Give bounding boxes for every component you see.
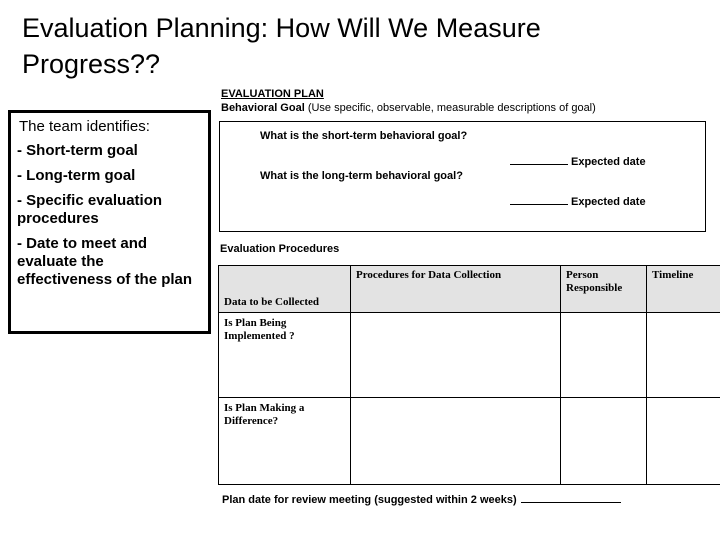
list-item: - Long-term goal (17, 167, 136, 184)
cell-data-to-be-collected: Is Plan Making a Difference? (218, 397, 351, 485)
cell-person-responsible[interactable] (560, 312, 647, 398)
team-identifies-panel: The team identifies: - Short-term goal -… (8, 110, 211, 334)
expected-date-label: Expected date (571, 196, 646, 208)
blank-line-icon[interactable] (520, 493, 621, 503)
column-header-data-to-be-collected: Data to be Collected (218, 265, 351, 313)
table-header-row: Data to be Collected Procedures for Data… (218, 265, 720, 313)
expected-date-field-short-term[interactable]: Expected date (510, 155, 646, 168)
cell-procedures-for-data-collection[interactable] (350, 397, 561, 485)
plan-date-label: Plan date for review meeting (suggested … (222, 494, 517, 506)
cell-timeline[interactable] (646, 397, 720, 485)
page-title: Evaluation Planning: How Will We Measure… (22, 13, 549, 79)
table-header: Data to be Collected Procedures for Data… (218, 265, 720, 313)
cell-data-to-be-collected: Is Plan Being Implemented ? (218, 312, 351, 398)
evaluation-procedures-table: Data to be Collected Procedures for Data… (218, 265, 720, 485)
blank-line-icon[interactable] (510, 155, 568, 165)
column-header-procedures-for-data-collection: Procedures for Data Collection (350, 265, 561, 313)
behavioral-goal-line: Behavioral Goal (Use specific, observabl… (221, 102, 596, 115)
blank-line-icon[interactable] (510, 195, 568, 205)
long-term-goal-question: What is the long-term behavioral goal? (260, 170, 463, 182)
plan-date-review-meeting: Plan date for review meeting (suggested … (222, 493, 621, 506)
behavioral-goal-box: What is the short-term behavioral goal? … (219, 121, 706, 232)
list-item: - Short-term goal (17, 142, 138, 159)
short-term-goal-question: What is the short-term behavioral goal? (260, 130, 468, 142)
evaluation-procedures-label: Evaluation Procedures (220, 243, 340, 255)
expected-date-label: Expected date (571, 156, 646, 168)
behavioral-goal-note: (Use specific, observable, measurable de… (304, 102, 596, 114)
evaluation-plan-heading: EVALUATION PLAN (221, 88, 324, 100)
column-header-person-responsible: Person Responsible (560, 265, 647, 313)
list-item: - Specific evaluation procedures (17, 192, 163, 227)
cell-procedures-for-data-collection[interactable] (350, 312, 561, 398)
team-identifies-label: The team identifies: (19, 118, 150, 135)
table-row: Is Plan Making a Difference? (218, 397, 720, 485)
list-item: - Date to meet and evaluate the effectiv… (17, 235, 193, 288)
team-identifies-list: - Short-term goal - Long-term goal - Spe… (17, 142, 202, 289)
slide-canvas: Evaluation Planning: How Will We Measure… (0, 0, 720, 540)
behavioral-goal-label: Behavioral Goal (221, 102, 305, 114)
table-body: Is Plan Being Implemented ? Is Plan Maki… (218, 312, 720, 485)
table-row: Is Plan Being Implemented ? (218, 312, 720, 398)
column-header-timeline: Timeline (646, 265, 720, 313)
cell-person-responsible[interactable] (560, 397, 647, 485)
expected-date-field-long-term[interactable]: Expected date (510, 195, 646, 208)
cell-timeline[interactable] (646, 312, 720, 398)
